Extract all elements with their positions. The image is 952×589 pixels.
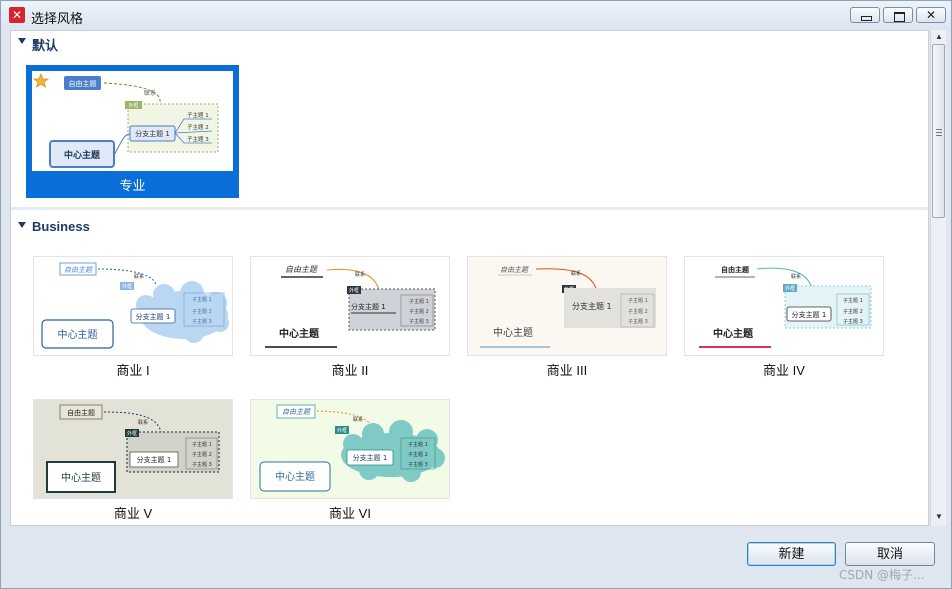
style-label: 商业 VI [329,506,371,521]
thumbnail-professional: 自由主题 联系 外框 分支主题 1 子主题 1 子主题 2 子主题 3 中心主题 [32,71,233,171]
svg-text:子主题 1: 子主题 1 [192,296,212,303]
sub-topic-1-text: 子主题 1 [187,111,209,119]
watermark: CSDN @梅子... [839,568,925,582]
svg-text:子主题 1: 子主题 1 [628,297,648,304]
vertical-scrollbar[interactable]: ▲ ▼ [930,30,946,526]
close-button[interactable]: ✕ [916,7,946,23]
svg-text:子主题 3: 子主题 3 [192,318,212,325]
maximize-icon [884,8,912,22]
svg-text:子主题 1: 子主题 1 [843,297,863,304]
svg-text:中心主题: 中心主题 [61,471,101,484]
cancel-button[interactable]: 取消 [845,542,935,566]
branch-text: 分支主题 1 [135,129,170,138]
svg-text:外框: 外框 [122,283,132,290]
style-label: 商业 I [116,363,150,378]
maximize-button[interactable] [883,7,913,23]
svg-text:自由主题: 自由主题 [67,408,95,417]
style-label: 商业 II [331,363,369,378]
sub-topic-2-text: 子主题 2 [187,123,209,131]
thumbnail-business-2: 自由主题 联系 外框 分支主题 1 子主题 1 子主题 2 子主题 3 中心主题 [250,256,450,356]
svg-text:分支主题 1: 分支主题 1 [136,312,171,321]
minimize-button[interactable] [850,7,880,23]
svg-text:子主题 3: 子主题 3 [409,318,429,325]
svg-text:联系: 联系 [134,273,144,280]
thumbnail-business-6: 自由主题 联系 外框 分支主题 1 子主题 1 子主题 2 子主题 3 中心主题 [250,399,450,499]
svg-text:联系: 联系 [353,416,363,423]
star-icon [32,72,50,88]
section-title: Business [32,219,90,234]
thumbnail-business-3: 自由主题 联系 外框 分支主题 1 子主题 1 子主题 2 子主题 3 中心主题 [467,256,667,356]
svg-text:中心主题: 中心主题 [279,327,320,340]
svg-text:子主题 3: 子主题 3 [408,461,428,468]
svg-text:分支主题 1: 分支主题 1 [572,301,612,311]
style-card-professional[interactable]: 自由主题 联系 外框 分支主题 1 子主题 1 子主题 2 子主题 3 中心主题… [26,65,239,198]
grip-icon [936,129,942,136]
svg-text:联系: 联系 [791,273,801,280]
collapse-caret-icon [18,38,26,44]
svg-text:分支主题 1: 分支主题 1 [351,302,386,311]
window-title: 选择风格 [31,12,84,27]
svg-text:子主题 1: 子主题 1 [192,441,212,448]
scroll-up-icon[interactable]: ▲ [931,30,947,44]
svg-text:子主题 2: 子主题 2 [409,308,429,315]
close-icon: ✕ [925,8,937,22]
svg-text:子主题 2: 子主题 2 [192,451,212,458]
svg-text:自由主题: 自由主题 [285,265,319,274]
svg-text:分支主题 1: 分支主题 1 [353,453,388,462]
style-label: 专业 [119,178,146,193]
central-topic-text: 中心主题 [64,149,101,161]
svg-text:外框: 外框 [349,287,359,294]
section-divider [11,207,928,210]
svg-text:中心主题: 中心主题 [493,326,533,339]
scrollbar-thumb[interactable] [932,44,945,218]
svg-text:子主题 1: 子主题 1 [408,441,428,448]
new-button[interactable]: 新建 [747,542,836,566]
svg-text:中心主题: 中心主题 [713,327,754,340]
thumbnail-business-1: 自由主题 联系 外框 分支主题 1 子主题 1 子主题 2 子主题 3 中心主题 [33,256,233,356]
thumbnail-business-4: 自由主题 联系 外框 分支主题 1 子主题 1 子主题 2 子主题 3 中心主题 [684,256,884,356]
thumbnail-business-5: 自由主题 联系 外框 分支主题 1 子主题 1 子主题 2 子主题 3 中心主题 [33,399,233,499]
xmind-icon: ✕ [9,7,25,23]
svg-text:子主题 3: 子主题 3 [628,318,648,325]
svg-text:子主题 1: 子主题 1 [409,298,429,305]
sub-topic-3-text: 子主题 3 [187,135,209,143]
style-label: 商业 III [546,363,588,378]
svg-text:中心主题: 中心主题 [275,470,315,483]
style-label: 商业 V [113,506,153,521]
svg-text:子主题 2: 子主题 2 [628,308,648,315]
style-list: 默认 自由主题 联系 外框 分支主题 1 子主题 1 子主题 2 子主题 3 中… [10,30,929,526]
section-title: 默认 [32,38,59,53]
svg-text:外框: 外框 [337,427,347,434]
svg-text:子主题 2: 子主题 2 [408,451,428,458]
svg-text:自由主题: 自由主题 [282,408,312,416]
svg-text:中心主题: 中心主题 [58,328,98,341]
svg-text:外框: 外框 [785,285,795,292]
summary-text: 外框 [128,102,138,109]
svg-text:联系: 联系 [571,270,581,277]
svg-text:联系: 联系 [355,271,365,278]
svg-text:分支主题 1: 分支主题 1 [137,455,172,464]
section-header-default[interactable]: 默认 [11,33,928,53]
minimize-icon [851,8,879,22]
svg-text:自由主题: 自由主题 [721,265,750,274]
svg-text:子主题 2: 子主题 2 [192,308,212,315]
svg-text:分支主题 1: 分支主题 1 [792,310,827,319]
title-bar: ✕ 选择风格 ✕ [1,1,951,29]
svg-text:子主题 2: 子主题 2 [843,308,863,315]
svg-text:自由主题: 自由主题 [500,266,530,274]
section-header-business[interactable]: Business [11,217,928,237]
style-label: 商业 IV [763,363,805,378]
svg-text:联系: 联系 [138,419,148,426]
scroll-down-icon[interactable]: ▼ [931,510,947,524]
svg-text:外框: 外框 [127,430,137,437]
collapse-caret-icon [18,222,26,228]
svg-text:自由主题: 自由主题 [64,266,94,274]
free-topic-text: 自由主题 [69,79,97,88]
svg-text:子主题 3: 子主题 3 [843,318,863,325]
svg-text:子主题 3: 子主题 3 [192,461,212,468]
relation-text: 联系 [144,89,156,97]
